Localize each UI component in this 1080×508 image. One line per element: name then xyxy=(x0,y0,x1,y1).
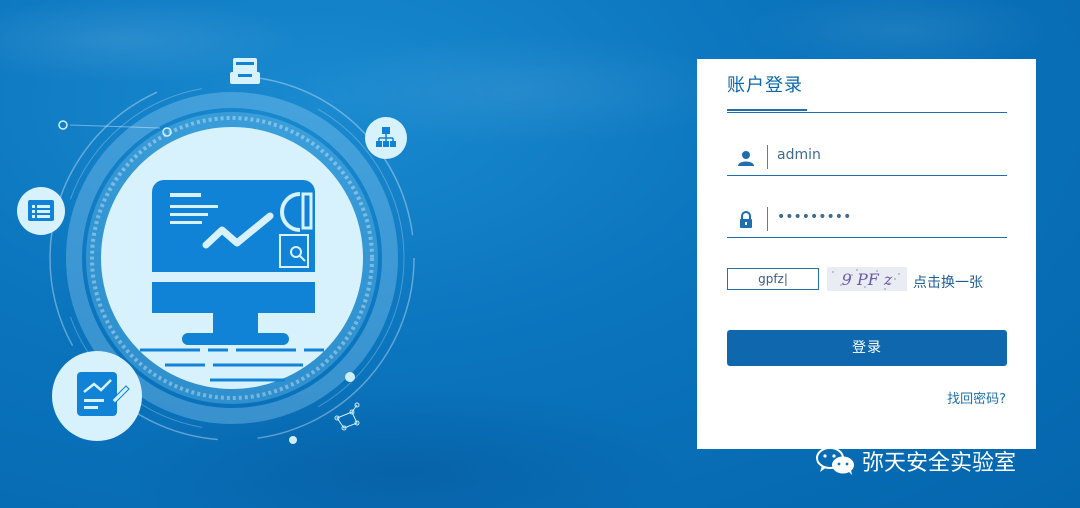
lock-icon xyxy=(740,211,752,228)
field-separator xyxy=(767,145,768,169)
title-accent-bar xyxy=(727,109,807,111)
forgot-password-link[interactable]: 找回密码? xyxy=(947,388,1006,407)
watermark: 弥天安全实验室 xyxy=(814,445,1016,477)
login-button[interactable]: 登录 xyxy=(727,330,1007,366)
captcha-refresh-link[interactable]: 点击换一张 xyxy=(913,272,983,292)
username-field[interactable]: admin xyxy=(727,139,1007,176)
login-title: 账户登录 xyxy=(727,75,803,96)
wechat-icon xyxy=(816,447,854,475)
captcha-text: 9 PF z xyxy=(842,270,893,289)
report-chart-icon xyxy=(52,351,142,441)
watermark-text: 弥天安全实验室 xyxy=(862,451,1017,476)
org-chart-icon xyxy=(365,117,407,159)
list-icon xyxy=(17,187,65,235)
field-separator xyxy=(767,207,768,231)
password-field[interactable]: ••••••••• xyxy=(727,201,1007,238)
document-tray-icon xyxy=(230,58,260,84)
hero-illustration xyxy=(17,58,415,444)
password-value: ••••••••• xyxy=(777,209,852,225)
username-value: admin xyxy=(777,147,821,163)
login-card: 账户登录 admin ••••••••• gpfz| 9 PF z 点击换一张 … xyxy=(697,59,1036,449)
captcha-input[interactable]: gpfz| xyxy=(727,268,819,290)
title-divider xyxy=(727,112,1007,113)
user-icon xyxy=(738,151,754,166)
captcha-image[interactable]: 9 PF z xyxy=(827,267,907,291)
